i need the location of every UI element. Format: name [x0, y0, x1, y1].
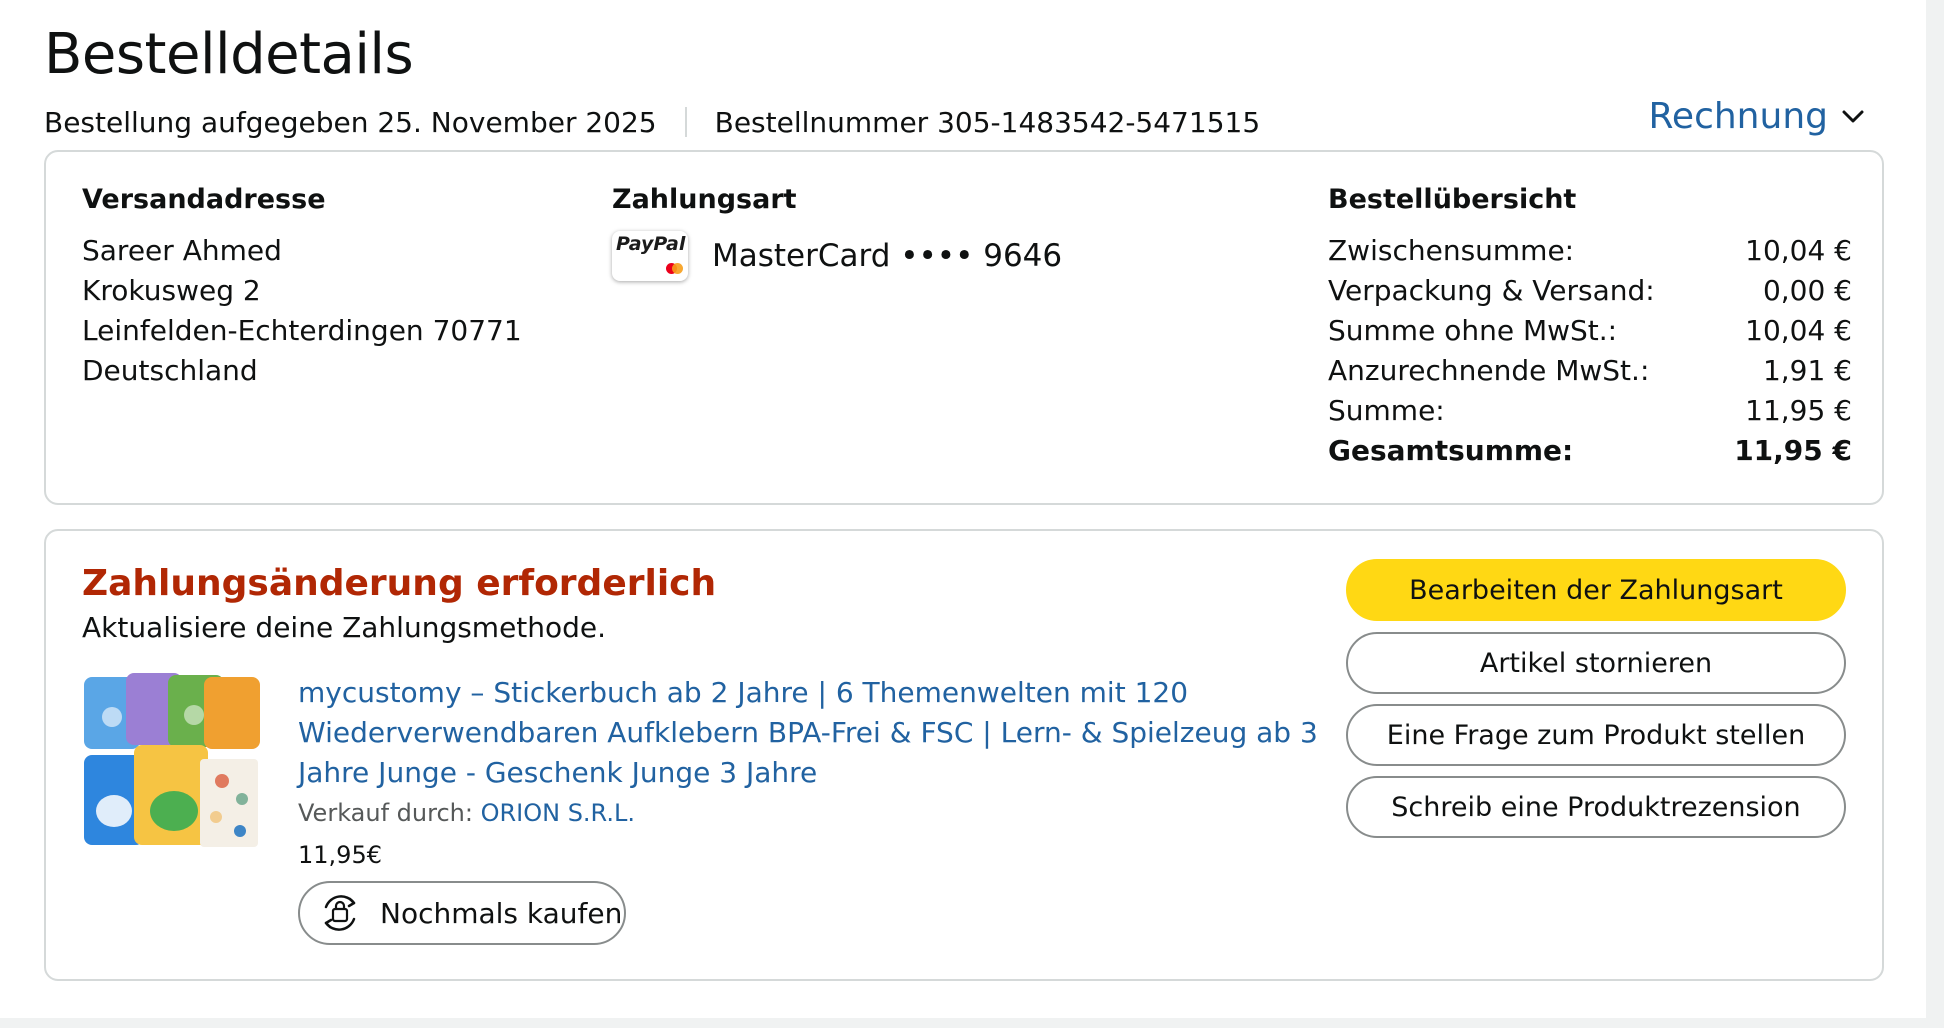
address-street: Krokusweg 2 [82, 274, 261, 307]
cancel-items-button[interactable]: Artikel stornieren [1346, 632, 1846, 694]
summary-label: Verpackung & Versand: [1328, 274, 1655, 307]
shipment-card: Zahlungsänderung erforderlich Aktualisie… [44, 529, 1884, 981]
scrollbar-track[interactable] [1926, 0, 1944, 1028]
summary-row: Zwischensumme: 10,04 € [1328, 231, 1852, 271]
summary-row: Summe ohne MwSt.: 10,04 € [1328, 311, 1852, 351]
order-summary: Bestellübersicht Zwischensumme: 10,04 € … [1328, 184, 1852, 471]
invoice-label: Rechnung [1648, 96, 1828, 137]
summary-label: Anzurechnende MwSt.: [1328, 354, 1650, 387]
product-title-link[interactable]: mycustomy – Stickerbuch ab 2 Jahre | 6 T… [298, 673, 1348, 793]
seller-link[interactable]: ORION S.R.L. [481, 799, 635, 827]
shipping-address: Versandadresse Sareer Ahmed Krokusweg 2 … [82, 184, 522, 391]
summary-value: 1,91 € [1762, 354, 1852, 387]
payment-alert-subtitle: Aktualisiere deine Zahlungsmethode. [82, 611, 607, 644]
order-details-page: Bestelldetails Bestellung aufgegeben 25.… [0, 0, 1926, 1018]
address-name: Sareer Ahmed [82, 234, 282, 267]
address-country: Deutschland [82, 354, 258, 387]
payment-alert-title: Zahlungsänderung erforderlich [82, 563, 717, 604]
page-title: Bestelldetails [44, 22, 414, 87]
paypal-card-icon: PayPal [612, 231, 688, 281]
payment-card-text: MasterCard •••• 9646 [712, 238, 1063, 274]
summary-heading: Bestellübersicht [1328, 184, 1577, 215]
chevron-down-icon [1842, 110, 1864, 122]
payment-method: Zahlungsart PayPal MasterCard •••• 9646 [612, 184, 1062, 281]
buy-again-label: Nochmals kaufen [380, 896, 623, 930]
payment-heading: Zahlungsart [612, 184, 797, 215]
order-meta: Bestellung aufgegeben 25. November 2025 … [44, 104, 1260, 140]
summary-row: Verpackung & Versand: 0,00 € [1328, 271, 1852, 311]
meta-divider [684, 107, 687, 137]
buy-again-button[interactable]: Nochmals kaufen [298, 881, 626, 945]
summary-row: Summe: 11,95 € [1328, 391, 1852, 431]
summary-label: Summe ohne MwSt.: [1328, 314, 1618, 347]
product-image[interactable] [82, 671, 262, 851]
summary-list: Zwischensumme: 10,04 € Verpackung & Vers… [1328, 231, 1852, 471]
buy-again-icon [324, 895, 356, 931]
page-bottom-background [0, 1018, 1944, 1028]
write-review-button[interactable]: Schreib eine Produktrezension [1346, 776, 1846, 838]
summary-value: 10,04 € [1745, 314, 1852, 347]
payment-row: PayPal MasterCard •••• 9646 [612, 231, 1062, 281]
summary-row: Anzurechnende MwSt.: 1,91 € [1328, 351, 1852, 391]
product-price: 11,95€ [298, 841, 382, 869]
summary-total-value: 11,95 € [1734, 434, 1852, 467]
summary-value: 11,95 € [1745, 394, 1852, 427]
summary-total-row: Gesamtsumme: 11,95 € [1328, 431, 1852, 471]
order-placed-date: Bestellung aufgegeben 25. November 2025 [44, 105, 657, 139]
paypal-logo: PayPal [616, 233, 686, 255]
mastercard-circle-orange [672, 263, 683, 274]
shipping-heading: Versandadresse [82, 184, 326, 215]
seller-info: Verkauf durch: ORION S.R.L. [298, 799, 635, 827]
summary-total-label: Gesamtsumme: [1328, 434, 1574, 467]
seller-label: Verkauf durch: [298, 799, 473, 827]
order-info-card: Versandadresse Sareer Ahmed Krokusweg 2 … [44, 150, 1884, 505]
summary-value: 10,04 € [1745, 234, 1852, 267]
order-number: Bestellnummer 305-1483542-5471515 [714, 105, 1261, 139]
edit-payment-button[interactable]: Bearbeiten der Zahlungsart [1346, 559, 1846, 621]
invoice-dropdown[interactable]: Rechnung [1649, 96, 1864, 137]
summary-label: Summe: [1328, 394, 1445, 427]
address-city: Leinfelden-Echterdingen 70771 [82, 314, 522, 347]
ask-question-button[interactable]: Eine Frage zum Produkt stellen [1346, 704, 1846, 766]
summary-value: 0,00 € [1762, 274, 1852, 307]
summary-label: Zwischensumme: [1328, 234, 1575, 267]
